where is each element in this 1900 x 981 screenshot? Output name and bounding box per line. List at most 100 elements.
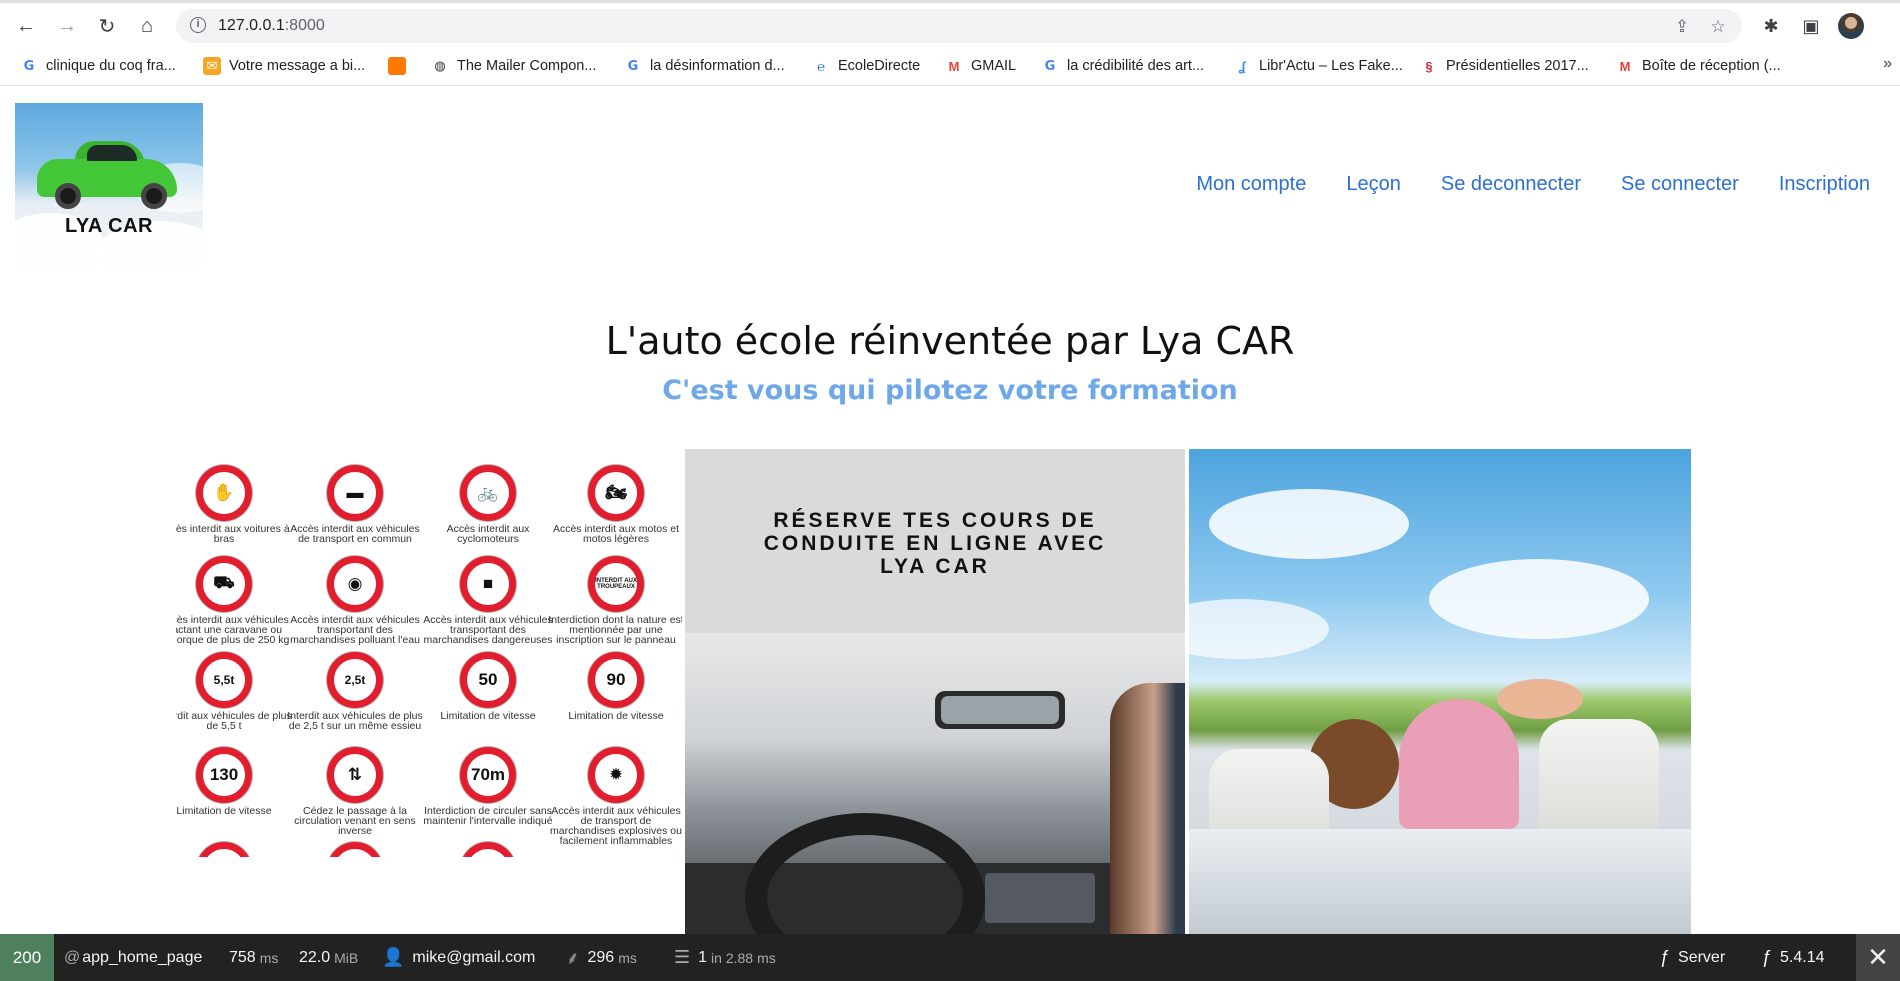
site-info-icon[interactable]: i — [190, 17, 206, 33]
road-sign-symbol: ◉ — [327, 556, 383, 612]
promo-banner: RÉSERVE TES COURS DE CONDUITE EN LIGNE A… — [685, 449, 1185, 633]
bookmarks-bar: Gclinique du coq fra... ✉ Votre message a… — [0, 46, 1900, 86]
browser-toolbar: ← → ↻ ⌂ i 127.0.0.1:8000 ⇪ ☆ ✱ ▣ — [0, 0, 1900, 46]
road-sign-symbol: ✹ — [588, 747, 644, 803]
bookmark-item[interactable]: M Boîte de réception (... — [1616, 55, 1781, 77]
road-sign-caption: Limitation de vitesse — [568, 710, 664, 722]
road-sign-caption: Interdiction de circuler sans maintenir … — [423, 805, 553, 827]
bookmark-item[interactable]: ℮ EcoleDirecte — [812, 55, 920, 77]
nav-link-se-connecter[interactable]: Se connecter — [1621, 173, 1739, 196]
security-user[interactable]: 👤 mike@gmail.com — [382, 934, 535, 981]
ecoledirecte-icon: ℮ — [817, 58, 825, 74]
database-icon: ☰ — [674, 947, 691, 967]
road-sign: 2,5t Interdit aux véhicules de plus de 2,… — [287, 652, 423, 731]
road-sign-symbol: ■ — [460, 556, 516, 612]
nav-link-lecon[interactable]: Leçon — [1346, 173, 1401, 196]
profile-avatar[interactable] — [1838, 13, 1864, 39]
road-sign-symbol: 70m — [460, 747, 516, 803]
orange-icon — [388, 57, 406, 75]
road-sign-caption: Cédez le passage à la circulation venant… — [294, 805, 416, 837]
home-icon[interactable]: ⌂ — [132, 11, 162, 41]
road-sign: ✹ Accès interdit aux véhicules de transpo… — [548, 747, 682, 846]
nav-link-inscription[interactable]: Inscription — [1779, 173, 1870, 196]
road-sign-caption: Interdiction dont la nature est mentionn… — [548, 614, 682, 646]
bookmark-item[interactable] — [388, 55, 414, 77]
road-sign-caption: Interdit aux véhicules de plus de 2,5 t … — [287, 710, 423, 732]
road-sign-caption: Accès interdit aux véhicules tractant un… — [176, 614, 290, 646]
road-sign: ⛟Accès interdit aux véhicules tractant u… — [176, 556, 292, 645]
road-sign-symbol: 10m — [196, 842, 252, 857]
road-sign: ✋Accès interdit aux voitures à bras — [176, 465, 292, 544]
road-sign-caption: Limitation de vitesse — [440, 710, 536, 722]
road-sign-symbol: ✋ — [196, 465, 252, 521]
main-nav: Mon compte Leçon Se deconnecter Se conne… — [1196, 173, 1870, 196]
logo-text: LYA CAR — [65, 215, 153, 237]
google-icon: G — [627, 58, 639, 74]
libractu-icon: ʆ — [1238, 58, 1246, 74]
twig-time[interactable]: ⸙ 296 ms — [566, 934, 637, 981]
extensions-icon[interactable]: ✱ — [1758, 13, 1784, 39]
road-sign-symbol: 2,5t — [327, 652, 383, 708]
bookmarks-overflow-icon[interactable]: » — [1883, 55, 1892, 73]
route-name[interactable]: @ app_home_page — [64, 934, 202, 981]
google-icon: G — [23, 58, 35, 74]
google-icon: G — [1044, 58, 1056, 74]
road-sign-symbol: ⛟ — [196, 556, 252, 612]
bookmark-star-icon[interactable]: ☆ — [1708, 17, 1728, 37]
road-sign-symbol: 130 — [196, 747, 252, 803]
share-icon[interactable]: ⇪ — [1672, 17, 1692, 37]
nav-link-mon-compte[interactable]: Mon compte — [1196, 173, 1306, 196]
road-sign-symbol: INTERDIT AUX TROUPEAUX — [588, 556, 644, 612]
database-queries[interactable]: ☰ 1 in 2.88 ms — [674, 934, 776, 981]
road-sign-caption: Interdit aux véhicules de plus de 5,5 t — [176, 710, 292, 732]
road-sign-symbol: ▬ — [327, 465, 383, 521]
road-sign-caption: Accès interdit aux véhicules de transpor… — [550, 805, 682, 847]
bookmark-item[interactable]: ✉ Votre message a bi... — [203, 55, 365, 77]
bookmark-item[interactable]: Gla désinformation d... — [624, 55, 785, 77]
road-sign: 130 Limitation de vitesse — [176, 747, 292, 816]
page-subtitle: C'est vous qui pilotez votre formation — [662, 375, 1238, 406]
address-bar[interactable]: i 127.0.0.1:8000 ⇪ ☆ — [176, 9, 1742, 43]
road-sign: 3,5mAccès interdit aux véhicules dont la… — [420, 842, 556, 857]
road-sign-symbol: ⇅ — [327, 747, 383, 803]
url-text[interactable]: 127.0.0.1:8000 — [218, 17, 325, 35]
road-sign-symbol: 90 — [588, 652, 644, 708]
server-info[interactable]: ƒ Server — [1660, 934, 1725, 981]
road-sign: 50 Limitation de vitesse — [420, 652, 556, 721]
bookmark-item[interactable]: ʆ Libr'Actu – Les Fake... — [1233, 55, 1402, 77]
road-sign-caption: Accès interdit aux véhicules de transpor… — [290, 523, 420, 545]
road-sign-symbol: 🚲 — [460, 465, 516, 521]
road-sign-caption: Accès interdit aux véhicules transportan… — [290, 614, 420, 646]
presidentielles-icon: § — [1425, 58, 1433, 74]
forward-arrow-icon[interactable]: → — [52, 11, 82, 41]
nav-link-se-deconnecter[interactable]: Se deconnecter — [1441, 173, 1581, 196]
close-toolbar-icon[interactable]: ✕ — [1856, 934, 1900, 981]
mail-icon: ✉ — [203, 57, 221, 75]
road-sign: ■ Accès interdit aux véhicules transporta… — [420, 556, 556, 645]
bookmark-item[interactable]: M GMAIL — [945, 55, 1017, 77]
bookmark-item[interactable]: Gla crédibilité des art... — [1041, 55, 1204, 77]
road-sign-symbol: 3,5m — [460, 842, 516, 857]
back-arrow-icon[interactable]: ← — [11, 11, 41, 41]
side-panel-icon[interactable]: ▣ — [1798, 13, 1824, 39]
status-code-badge[interactable]: 200 — [0, 934, 54, 981]
request-time[interactable]: 758 ms — [229, 934, 278, 981]
convertible-car-photo — [1189, 449, 1691, 934]
bookmark-item[interactable]: ◍ The Mailer Compon... — [431, 55, 596, 77]
road-sign: 90 Limitation de vitesse — [548, 652, 682, 721]
road-sign-symbol: 🏍 — [588, 465, 644, 521]
memory-usage[interactable]: 22.0 MiB — [299, 934, 358, 981]
road-sign: 5,5tInterdit aux véhicules de plus de 5,… — [176, 652, 292, 731]
road-sign: 🏍 Accès interdit aux motos et motos légèr… — [548, 465, 682, 544]
site-logo[interactable]: LYA CAR — [15, 103, 203, 266]
road-sign: 2,5mAccès interdit aux véhicules dont la… — [287, 842, 423, 857]
promo-text: RÉSERVE TES COURS DE CONDUITE EN LIGNE A… — [763, 509, 1107, 578]
symfony-version[interactable]: ƒ 5.4.14 — [1762, 934, 1825, 981]
road-sign-caption: Accès interdit aux motos et motos légère… — [552, 523, 680, 545]
road-sign: ⇅ Cédez le passage à la circulation venan… — [287, 747, 423, 836]
road-sign-symbol: 50 — [460, 652, 516, 708]
reload-icon[interactable]: ↻ — [92, 11, 122, 41]
bookmark-item[interactable]: § Présidentielles 2017... — [1420, 55, 1588, 77]
road-sign: 🚲 Accès interdit aux cyclomoteurs — [420, 465, 556, 544]
bookmark-item[interactable]: Gclinique du coq fra... — [20, 55, 176, 77]
